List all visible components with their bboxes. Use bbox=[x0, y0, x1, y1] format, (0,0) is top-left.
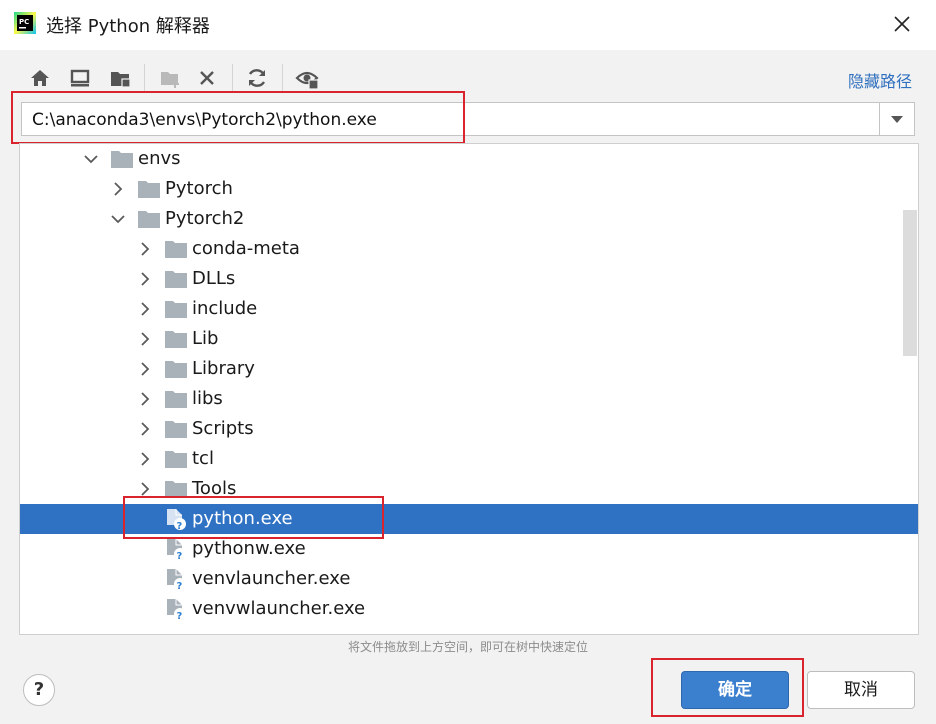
svg-text:?: ? bbox=[177, 611, 183, 621]
tree-file-row[interactable]: ? venvwlauncher.exe bbox=[20, 594, 918, 624]
tree-item-label: tcl bbox=[192, 448, 214, 469]
hide-path-link[interactable]: 隐藏路径 bbox=[848, 68, 912, 92]
tree-folder-row[interactable]: DLLs bbox=[20, 264, 918, 294]
cancel-button[interactable]: 取消 bbox=[807, 671, 915, 709]
close-icon[interactable] bbox=[890, 12, 914, 36]
folder-icon bbox=[111, 151, 133, 168]
delete-icon[interactable] bbox=[195, 66, 219, 90]
tree-folder-row[interactable]: Library bbox=[20, 354, 918, 384]
unknown-file-icon: ? bbox=[167, 509, 186, 531]
tree-folder-row[interactable]: envs bbox=[20, 144, 918, 174]
toolbar: 隐藏路径 bbox=[0, 60, 936, 96]
tree-folder-row[interactable]: Lib bbox=[20, 324, 918, 354]
path-combobox[interactable] bbox=[21, 102, 915, 136]
svg-text:?: ? bbox=[177, 581, 183, 591]
folder-icon bbox=[165, 301, 187, 318]
tree-item-label: DLLs bbox=[192, 268, 236, 289]
tree-item-label: pythonw.exe bbox=[192, 538, 306, 559]
chevron-right-icon[interactable] bbox=[138, 392, 152, 406]
path-input[interactable] bbox=[32, 108, 872, 132]
ok-button[interactable]: 确定 bbox=[681, 671, 789, 709]
drag-drop-hint: 将文件拖放到上方空间，即可在树中快速定位 bbox=[347, 640, 588, 654]
svg-text:?: ? bbox=[177, 521, 183, 531]
chevron-down-icon[interactable] bbox=[84, 152, 98, 166]
tree-row-partial bbox=[20, 628, 918, 634]
title-bar: PC 选择 Python 解释器 bbox=[0, 0, 936, 50]
help-button[interactable]: ? bbox=[23, 674, 55, 706]
tree-item-label: envs bbox=[138, 148, 181, 169]
tree-folder-row[interactable]: conda-meta bbox=[20, 234, 918, 264]
folder-icon bbox=[165, 391, 187, 408]
chevron-right-icon[interactable] bbox=[138, 242, 152, 256]
tree-item-label: venvlauncher.exe bbox=[192, 568, 351, 589]
chevron-right-icon[interactable] bbox=[138, 302, 152, 316]
tree-file-row[interactable]: ? venvlauncher.exe bbox=[20, 564, 918, 594]
chevron-right-icon[interactable] bbox=[138, 452, 152, 466]
chevron-right-icon[interactable] bbox=[138, 272, 152, 286]
home-icon[interactable] bbox=[28, 66, 52, 90]
tree-file-row[interactable]: ? python.exe bbox=[20, 504, 918, 534]
tree-item-label: Scripts bbox=[192, 418, 254, 439]
folder-icon bbox=[165, 361, 187, 378]
chevron-right-icon[interactable] bbox=[138, 332, 152, 346]
tree-folder-row[interactable]: Pytorch bbox=[20, 174, 918, 204]
svg-text:PC: PC bbox=[19, 18, 29, 26]
project-folder-icon[interactable] bbox=[108, 66, 132, 90]
desktop-icon[interactable] bbox=[68, 66, 92, 90]
tree-file-row[interactable]: ? pythonw.exe bbox=[20, 534, 918, 564]
tree-folder-row[interactable]: include bbox=[20, 294, 918, 324]
file-tree[interactable]: envs Pytorch Pytorch2 conda-meta DLLs include… bbox=[19, 143, 919, 635]
toolbar-separator bbox=[232, 64, 233, 92]
folder-icon bbox=[165, 271, 187, 288]
chevron-right-icon[interactable] bbox=[111, 182, 125, 196]
tree-item-label: libs bbox=[192, 388, 223, 409]
toolbar-separator bbox=[144, 64, 145, 92]
tree-item-label: venvwlauncher.exe bbox=[192, 598, 366, 619]
chevron-right-icon[interactable] bbox=[138, 422, 152, 436]
toolbar-separator bbox=[282, 64, 283, 92]
tree-folder-row[interactable]: Scripts bbox=[20, 414, 918, 444]
folder-icon bbox=[165, 241, 187, 258]
folder-icon bbox=[165, 331, 187, 348]
tree-folder-row[interactable]: Tools bbox=[20, 474, 918, 504]
chevron-right-icon[interactable] bbox=[138, 482, 152, 496]
svg-text:?: ? bbox=[177, 551, 183, 561]
chevron-down-icon bbox=[891, 116, 903, 123]
tree-item-label: Tools bbox=[192, 478, 237, 499]
show-hidden-icon[interactable] bbox=[295, 66, 319, 90]
tree-item-label: conda-meta bbox=[192, 238, 300, 259]
chevron-right-icon[interactable] bbox=[138, 362, 152, 376]
unknown-file-icon: ? bbox=[167, 599, 186, 621]
unknown-file-icon: ? bbox=[167, 569, 186, 591]
tree-folder-row[interactable]: tcl bbox=[20, 444, 918, 474]
folder-icon bbox=[165, 481, 187, 498]
pycharm-icon: PC bbox=[14, 12, 36, 34]
refresh-icon[interactable] bbox=[245, 66, 269, 90]
dialog-title: 选择 Python 解释器 bbox=[46, 16, 210, 37]
tree-item-label: Lib bbox=[192, 328, 219, 349]
tree-item-label: include bbox=[192, 298, 258, 319]
tree-item-label: python.exe bbox=[192, 508, 293, 529]
new-folder-icon[interactable] bbox=[158, 66, 182, 90]
path-dropdown-button[interactable] bbox=[879, 103, 914, 135]
tree-item-label: Pytorch bbox=[165, 178, 233, 199]
folder-icon bbox=[165, 451, 187, 468]
folder-icon bbox=[165, 421, 187, 438]
unknown-file-icon: ? bbox=[167, 539, 186, 561]
chevron-down-icon[interactable] bbox=[111, 212, 125, 226]
tree-item-label: Library bbox=[192, 358, 255, 379]
folder-icon bbox=[138, 181, 160, 198]
tree-folder-row[interactable]: libs bbox=[20, 384, 918, 414]
tree-item-label: Pytorch2 bbox=[165, 208, 245, 229]
tree-scrollbar[interactable] bbox=[903, 210, 917, 356]
folder-icon bbox=[138, 211, 160, 228]
tree-folder-row[interactable]: Pytorch2 bbox=[20, 204, 918, 234]
